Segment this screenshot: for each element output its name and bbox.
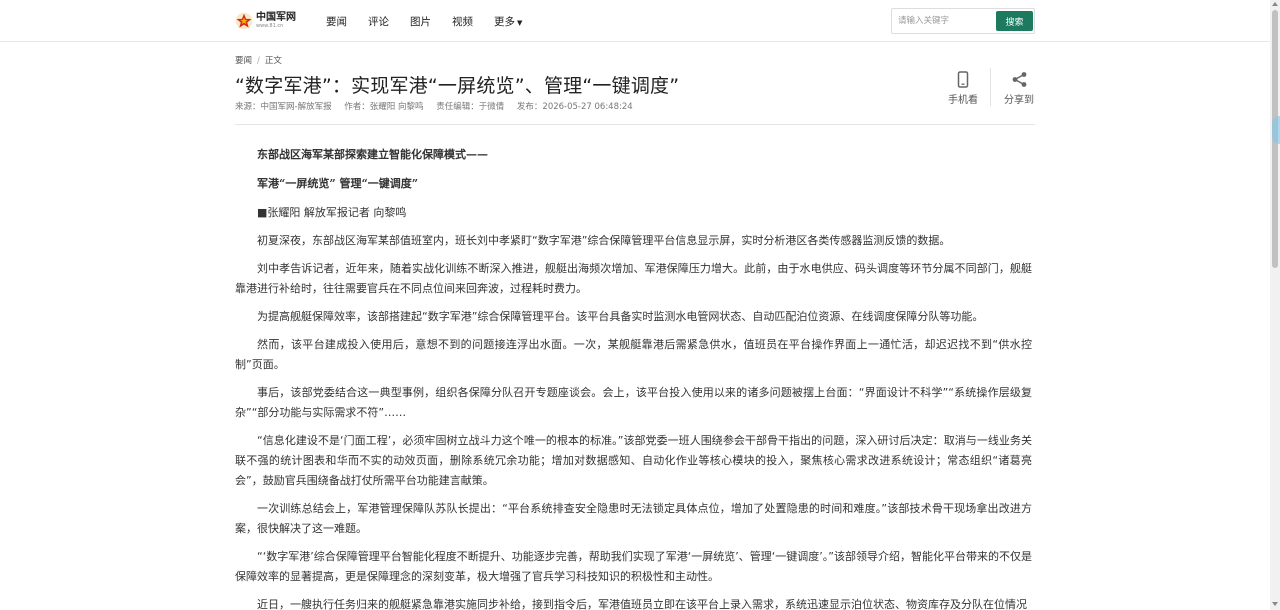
nav-more-label: 更多 bbox=[494, 15, 515, 28]
site-logo[interactable]: 中国军网 www.81.cn bbox=[235, 10, 297, 32]
header-divider bbox=[235, 124, 1035, 125]
breadcrumb-item-headlines[interactable]: 要闻 bbox=[235, 56, 252, 66]
share-button[interactable]: 分享到 bbox=[999, 71, 1039, 106]
share-label: 分享到 bbox=[1004, 95, 1034, 106]
nav-item-more[interactable]: 更多 ▼ bbox=[494, 14, 522, 29]
article-paragraph: 一次训练总结会上，军港管理保障队苏队长提出：“平台系统排查安全隐患时无法锁定具体… bbox=[235, 502, 1032, 535]
share-icon bbox=[1012, 72, 1026, 87]
article-subtitle-2: 军港“一屏统览” 管理“一键调度” bbox=[257, 177, 419, 190]
nav-item-pictures[interactable]: 图片 bbox=[410, 14, 431, 29]
mobile-view-label: 手机看 bbox=[948, 95, 978, 106]
article-paragraph: 近日，一艘执行任务归来的舰艇紧急靠港实施同步补给，接到指令后，军港值班员立即在该… bbox=[257, 598, 1027, 610]
article-title: “数字军港”：实现军港“一屏统览”、管理“一键调度” bbox=[235, 75, 680, 97]
breadcrumb-item-body: 正文 bbox=[264, 56, 282, 66]
article-editor: 责任编辑：于微倩 bbox=[436, 102, 505, 112]
search-button[interactable]: 搜索 bbox=[996, 11, 1033, 31]
caret-down-icon: ▼ bbox=[517, 18, 523, 27]
mobile-view-button[interactable]: 手机看 bbox=[944, 71, 982, 106]
top-navigation-bar: 中国军网 www.81.cn 要闻 评论 图片 视频 更多▼ 搜索 bbox=[0, 0, 1270, 42]
breadcrumb: 要闻 / 正文 bbox=[235, 54, 282, 66]
article-paragraph: “信息化建设不是‘门面工程’，必须牢固树立战斗力这个唯一的根本的标准。”该部党委… bbox=[235, 434, 1032, 487]
article-paragraph: 然而，该平台建成投入使用后，意想不到的问题接连浮出水面。一次，某舰艇靠港后需紧急… bbox=[235, 338, 1032, 371]
article-byline: ■张耀阳 解放军报记者 向黎鸣 bbox=[257, 206, 407, 219]
article-meta: 来源：中国军网-解放军报 作者：张耀阳 向黎鸣 责任编辑：于微倩 发布：2026… bbox=[235, 100, 643, 112]
search-input[interactable] bbox=[892, 9, 994, 33]
tool-divider bbox=[990, 68, 991, 106]
logo-text: 中国军网 www.81.cn bbox=[256, 13, 296, 29]
page-scrollbar[interactable] bbox=[1270, 0, 1280, 610]
logo-url: www.81.cn bbox=[256, 23, 284, 29]
mobile-phone-icon bbox=[957, 71, 969, 88]
nav-item-comments[interactable]: 评论 bbox=[368, 14, 389, 29]
search-box: 搜索 bbox=[891, 8, 1035, 34]
article-paragraph: 刘中孝告诉记者，近年来，随着实战化训练不断深入推进，舰艇出海频次增加、军港保障压… bbox=[235, 262, 1032, 295]
article-paragraph: 为提高舰艇保障效率，该部搭建起“数字军港”综合保障管理平台。该平台具备实时监测水… bbox=[257, 310, 984, 323]
breadcrumb-separator: / bbox=[257, 56, 260, 66]
scroll-up-arrow-icon[interactable] bbox=[1272, 2, 1278, 6]
nav-item-headlines[interactable]: 要闻 bbox=[326, 14, 347, 29]
article-author: 作者：张耀阳 向黎鸣 bbox=[344, 102, 424, 112]
article-published: 发布：2026-05-27 06:48:24 bbox=[516, 102, 633, 112]
article-paragraph: 初夏深夜，东部战区海军某部值班室内，班长刘中孝紧盯“数字军港”综合保障管理平台信… bbox=[257, 234, 951, 247]
article-paragraph: “‘数字军港’综合保障管理平台智能化程度不断提升、功能逐步完善，帮助我们实现了军… bbox=[235, 550, 1032, 583]
article-source: 来源：中国军网-解放军报 bbox=[235, 102, 332, 112]
article-body: 东部战区海军某部探索建立智能化保障模式—— 军港“一屏统览” 管理“一键调度” … bbox=[235, 145, 1032, 610]
side-floating-tab[interactable] bbox=[1272, 116, 1280, 144]
nav-item-videos[interactable]: 视频 bbox=[452, 14, 473, 29]
scroll-down-arrow-icon[interactable] bbox=[1272, 602, 1278, 606]
logo-name: 中国军网 bbox=[256, 12, 296, 23]
article-subtitle-1: 东部战区海军某部探索建立智能化保障模式—— bbox=[257, 148, 488, 161]
star-badge-icon bbox=[235, 12, 253, 30]
article-paragraph: 事后，该部党委结合这一典型事例，组织各保障分队召开专题座谈会。会上，该平台投入使… bbox=[235, 386, 1032, 419]
main-nav: 要闻 评论 图片 视频 更多 ▼ bbox=[326, 0, 543, 42]
